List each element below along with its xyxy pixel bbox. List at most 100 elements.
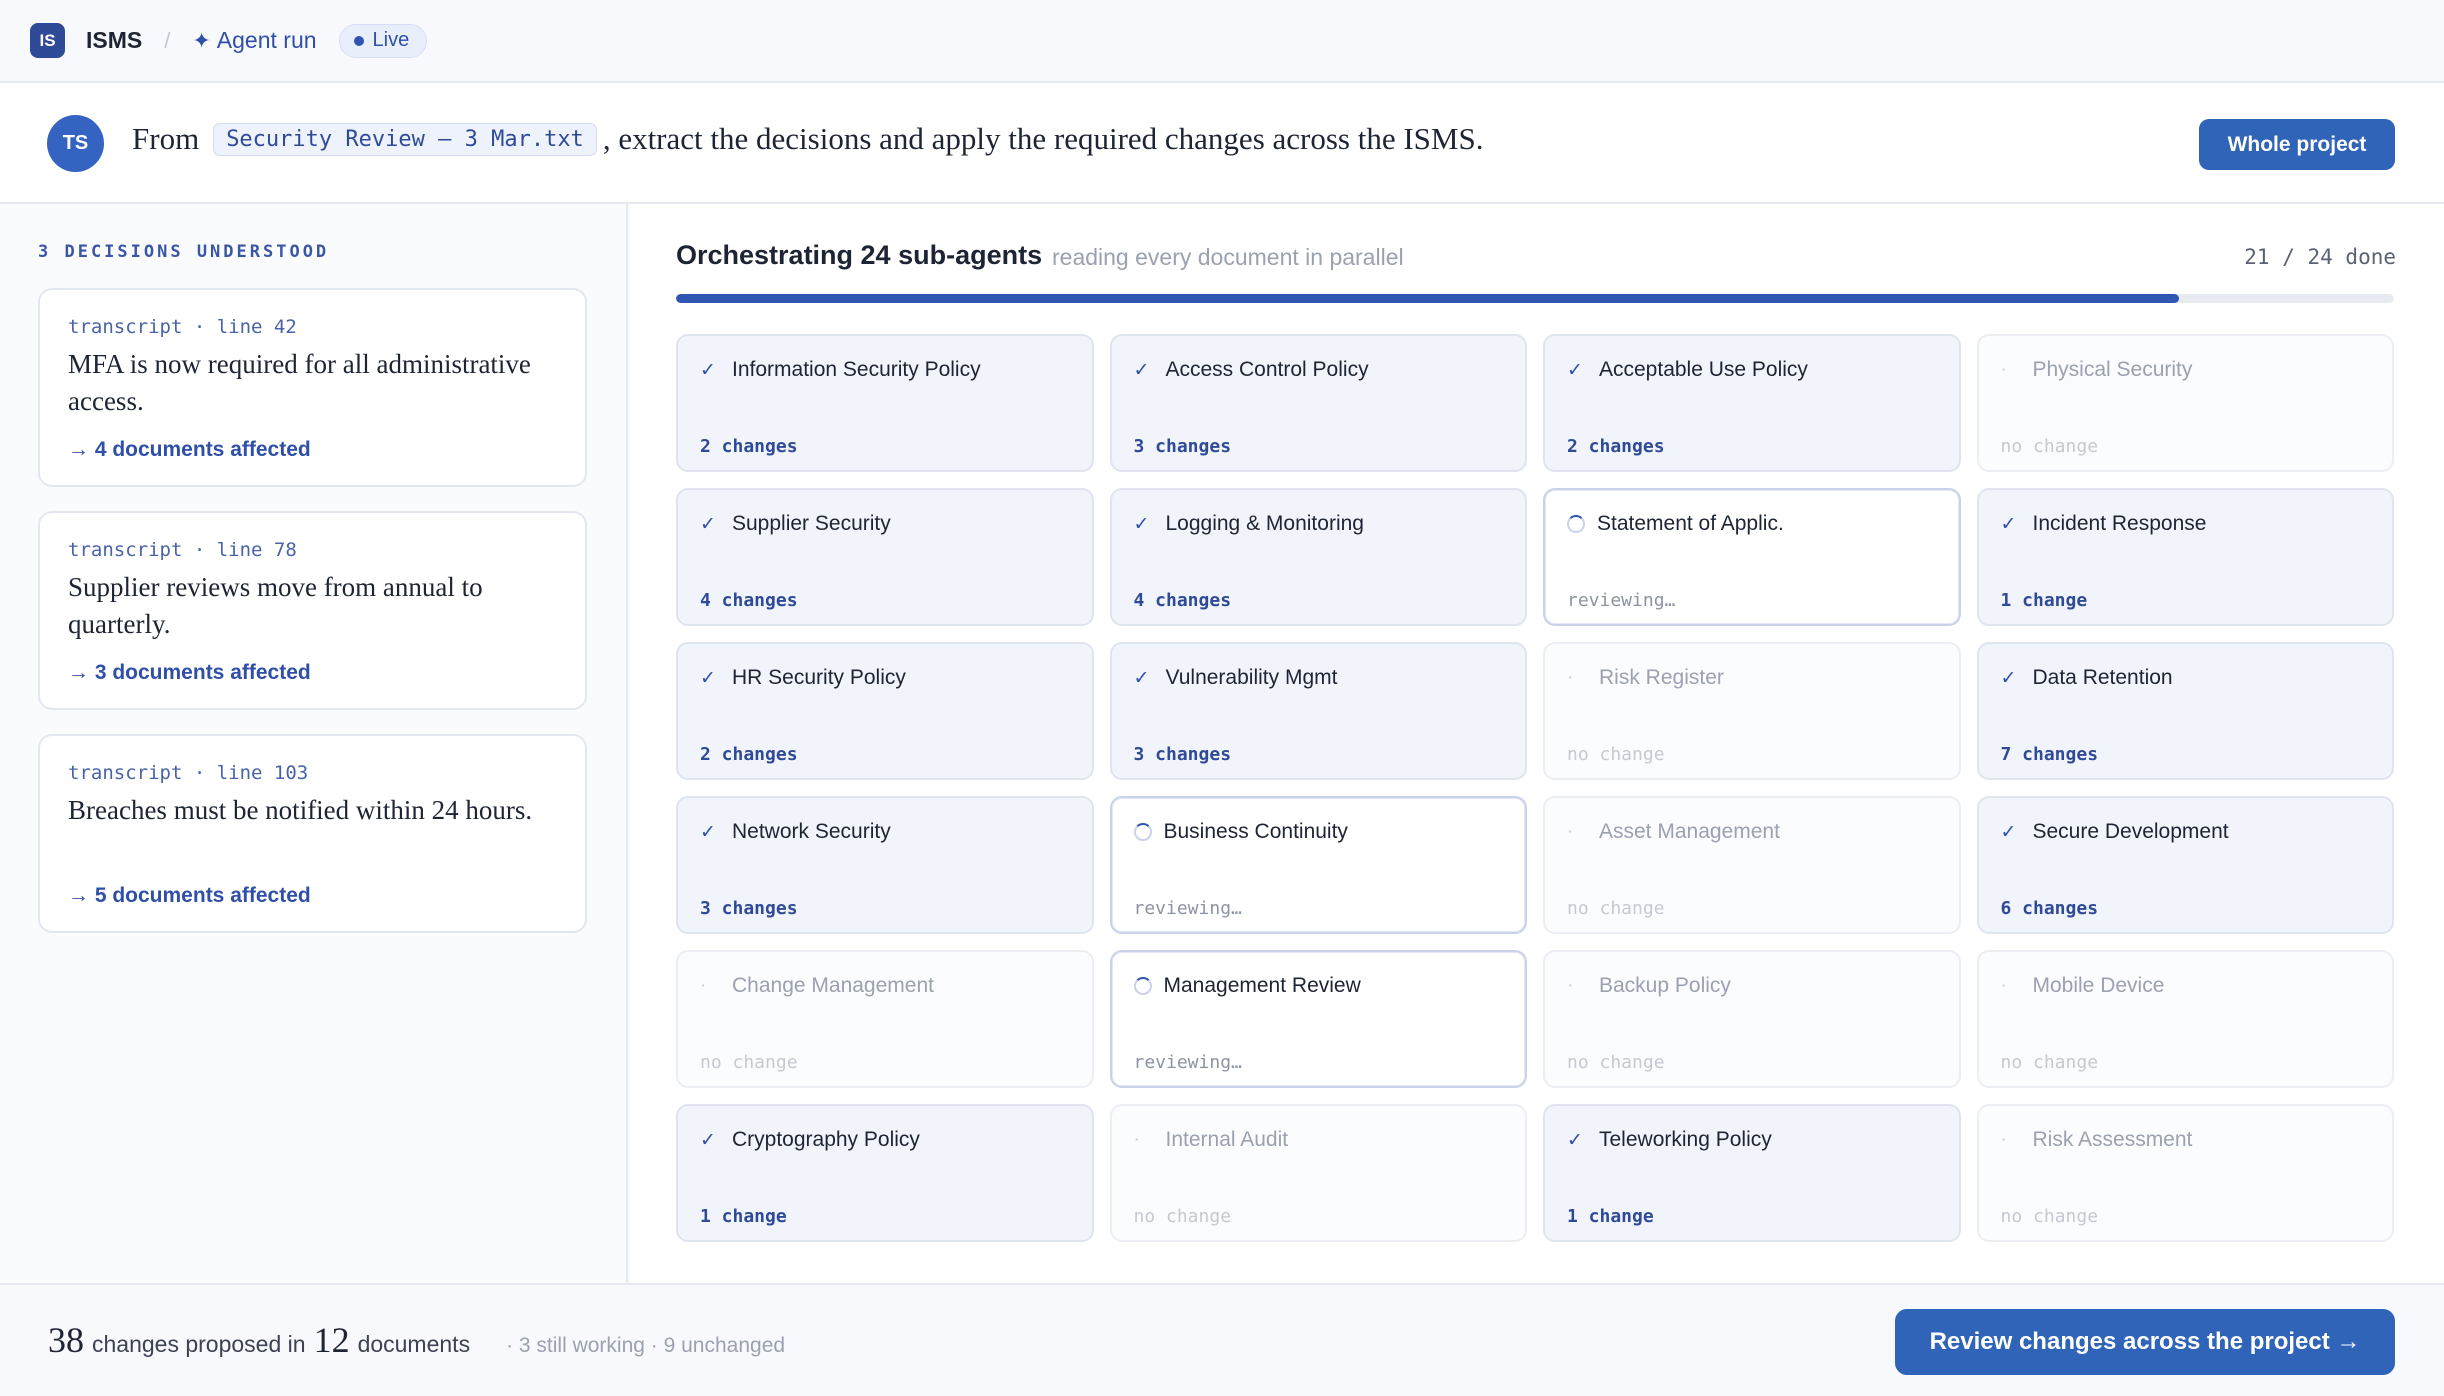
dot-icon: · bbox=[700, 975, 707, 996]
decision-card[interactable]: transcript · line 78 Supplier reviews mo… bbox=[38, 511, 587, 710]
agent-card[interactable]: ✓ Information Security Policy 2 changes bbox=[676, 334, 1094, 472]
agent-card[interactable]: Management Review reviewing… bbox=[1109, 950, 1527, 1088]
live-dot-icon bbox=[353, 35, 364, 46]
check-icon: ✓ bbox=[1133, 667, 1150, 689]
instruction-text: From Security Review — 3 Mar.txt , extra… bbox=[132, 121, 1483, 157]
agent-card-status: no change bbox=[1567, 744, 1665, 765]
agent-card-title: · Internal Audit bbox=[1134, 1128, 1289, 1152]
decision-affected-link[interactable]: → 3 documents affected bbox=[68, 661, 311, 685]
agent-card-name: Risk Register bbox=[1599, 666, 1724, 689]
orchestration-title: Orchestrating 24 sub-agents bbox=[676, 240, 1043, 270]
agent-card-name: Information Security Policy bbox=[732, 358, 981, 381]
footer-bar: 38 changes proposed in 12 documents · 3 … bbox=[0, 1283, 2444, 1396]
decisions-panel: 3 DECISIONS UNDERSTOOD transcript · line… bbox=[0, 204, 628, 1283]
agent-card[interactable]: · Physical Security no change bbox=[1976, 334, 2394, 472]
agent-card-name: Teleworking Policy bbox=[1599, 1128, 1772, 1151]
agent-run-link[interactable]: ✦ Agent run bbox=[192, 27, 316, 54]
instruction-suffix: , extract the decisions and apply the re… bbox=[602, 121, 1484, 156]
review-changes-button[interactable]: Review changes across the project → bbox=[1895, 1309, 2395, 1375]
app-name[interactable]: ISMS bbox=[86, 27, 142, 54]
agent-card[interactable]: ✓ Incident Response 1 change bbox=[1976, 488, 2394, 626]
agent-card-status: no change bbox=[1133, 1206, 1232, 1227]
agent-card-title: ✓ Acceptable Use Policy bbox=[1567, 358, 1808, 382]
agent-card-title: · Backup Policy bbox=[1567, 974, 1731, 998]
check-icon: ✓ bbox=[700, 513, 716, 535]
progress-bar bbox=[676, 294, 2394, 303]
agent-card[interactable]: · Asset Management no change bbox=[1543, 796, 1961, 934]
agent-card[interactable]: ✓ HR Security Policy 2 changes bbox=[676, 642, 1094, 780]
decision-card[interactable]: transcript · line 103 Breaches must be n… bbox=[38, 734, 587, 933]
agent-card-name: Internal Audit bbox=[1165, 1128, 1289, 1151]
app-logo: IS bbox=[30, 23, 65, 58]
decision-affected-link[interactable]: → 5 documents affected bbox=[68, 884, 311, 908]
orchestration-count: 21 / 24 done bbox=[2244, 245, 2396, 269]
agent-card[interactable]: ✓ Cryptography Policy 1 change bbox=[676, 1104, 1094, 1242]
orchestration-panel: Orchestrating 24 sub-agents reading ever… bbox=[630, 204, 2444, 1283]
agent-card[interactable]: · Risk Assessment no change bbox=[1976, 1104, 2394, 1242]
status-extra: · 3 still working · 9 unchanged bbox=[506, 1334, 786, 1357]
agent-card-status: 4 changes bbox=[1133, 590, 1232, 611]
agent-card-title: · Mobile Device bbox=[2001, 974, 2165, 998]
agent-card-status: no change bbox=[2000, 1206, 2099, 1227]
agent-card-status: 3 changes bbox=[700, 898, 798, 919]
decision-text: Supplier reviews move from annual to qua… bbox=[68, 572, 483, 639]
agent-card[interactable]: ✓ Data Retention 7 changes bbox=[1976, 642, 2394, 780]
agent-card[interactable]: ✓ Supplier Security 4 changes bbox=[676, 488, 1094, 626]
dot-icon: · bbox=[2000, 975, 2007, 996]
agent-card-status: reviewing… bbox=[1133, 898, 1242, 919]
spinner-icon bbox=[1567, 515, 1585, 533]
whole-project-button[interactable]: Whole project bbox=[2199, 119, 2395, 170]
decision-affected-link[interactable]: → 4 documents affected bbox=[68, 438, 311, 462]
agent-card-name: Secure Development bbox=[2032, 820, 2229, 843]
agent-card[interactable]: Business Continuity reviewing… bbox=[1109, 796, 1527, 934]
agent-card-name: Access Control Policy bbox=[1165, 358, 1369, 381]
agent-card[interactable]: Statement of Applic. reviewing… bbox=[1543, 488, 1961, 626]
agent-card-title: ✓ Access Control Policy bbox=[1134, 358, 1369, 382]
agent-card-status: 7 changes bbox=[2000, 744, 2099, 765]
agent-card-title: ✓ Supplier Security bbox=[700, 512, 891, 536]
agent-card-name: Backup Policy bbox=[1599, 974, 1731, 997]
agent-card[interactable]: ✓ Vulnerability Mgmt 3 changes bbox=[1109, 642, 1527, 780]
agent-card-name: Data Retention bbox=[2032, 666, 2173, 689]
decisions-title: 3 DECISIONS UNDERSTOOD bbox=[38, 242, 330, 262]
agent-card-name: Incident Response bbox=[2032, 512, 2207, 535]
decision-card[interactable]: transcript · line 42 MFA is now required… bbox=[38, 288, 587, 487]
agent-card[interactable]: ✓ Access Control Policy 3 changes bbox=[1109, 334, 1527, 472]
agent-card[interactable]: ✓ Teleworking Policy 1 change bbox=[1543, 1104, 1961, 1242]
source-file-chip[interactable]: Security Review — 3 Mar.txt bbox=[213, 122, 597, 156]
agent-card-title: Management Review bbox=[1133, 974, 1361, 998]
agent-card[interactable]: ✓ Logging & Monitoring 4 changes bbox=[1109, 488, 1527, 626]
agent-card-status: 2 changes bbox=[700, 744, 798, 765]
agent-card-status: 1 change bbox=[1567, 1206, 1654, 1227]
check-icon: ✓ bbox=[1567, 1129, 1583, 1151]
agent-card[interactable]: ✓ Secure Development 6 changes bbox=[1976, 796, 2394, 934]
agent-card[interactable]: ✓ Network Security 3 changes bbox=[676, 796, 1094, 934]
agent-card-status: 3 changes bbox=[1133, 436, 1232, 457]
agent-card[interactable]: ✓ Acceptable Use Policy 2 changes bbox=[1543, 334, 1961, 472]
agent-card-title: · Asset Management bbox=[1567, 820, 1780, 844]
agent-card-name: Vulnerability Mgmt bbox=[1165, 666, 1338, 689]
agent-card-title: ✓ Cryptography Policy bbox=[700, 1128, 920, 1152]
changes-summary: 38 changes proposed in 12 documents · 3 … bbox=[48, 1319, 785, 1361]
agent-card-status: reviewing… bbox=[1567, 590, 1676, 611]
check-icon: ✓ bbox=[2000, 667, 2017, 689]
agent-card[interactable]: · Mobile Device no change bbox=[1976, 950, 2394, 1088]
agent-card-name: Asset Management bbox=[1599, 820, 1780, 843]
agent-card-title: Statement of Applic. bbox=[1567, 512, 1784, 536]
check-icon: ✓ bbox=[1133, 359, 1150, 381]
agent-card-name: Change Management bbox=[732, 974, 934, 997]
agent-run-label: Agent run bbox=[216, 27, 317, 53]
agent-card[interactable]: · Change Management no change bbox=[676, 950, 1094, 1088]
dot-icon: · bbox=[1567, 975, 1574, 996]
agent-card[interactable]: · Internal Audit no change bbox=[1109, 1104, 1527, 1242]
dot-icon: · bbox=[1567, 667, 1574, 688]
agent-card-status: 1 change bbox=[700, 1206, 787, 1227]
agent-card-name: Cryptography Policy bbox=[732, 1128, 920, 1151]
instruction-prefix: From bbox=[132, 121, 200, 156]
agent-card[interactable]: · Risk Register no change bbox=[1543, 642, 1961, 780]
agent-card-name: Mobile Device bbox=[2032, 974, 2165, 997]
check-icon: ✓ bbox=[1133, 513, 1150, 535]
decision-ref: transcript · line 42 bbox=[68, 316, 297, 338]
agent-card-title: · Change Management bbox=[700, 974, 934, 998]
agent-card[interactable]: · Backup Policy no change bbox=[1543, 950, 1961, 1088]
